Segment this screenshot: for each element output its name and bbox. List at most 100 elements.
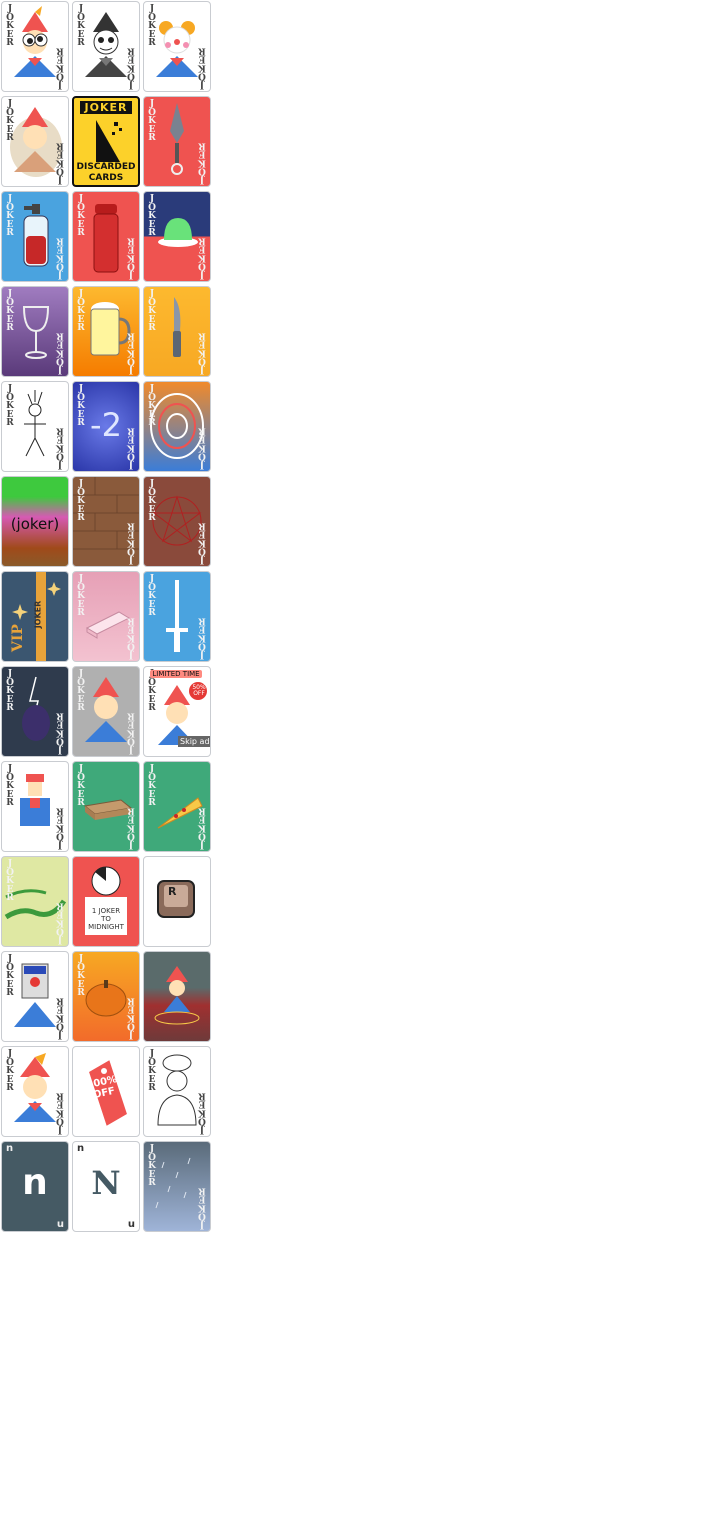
- card-corner-bottom: J O K E R: [56, 1090, 64, 1134]
- card-corner-bottom: J O K E R: [127, 330, 135, 374]
- card-knife[interactable]: J O K E R J O K E R: [143, 286, 211, 377]
- card-corner-bottom: J O K E R: [127, 520, 135, 564]
- n-corner-bottom: u: [56, 1219, 64, 1230]
- card-corner-top: J O K E R: [6, 289, 14, 333]
- card-corner-bottom: J O K E R: [198, 330, 206, 374]
- card-corner-bottom: J O K E R: [56, 330, 64, 374]
- card-corner-top: J O K E R: [77, 574, 85, 618]
- card-corner-top: J O K E R: [148, 1144, 156, 1188]
- discarded-line-1: DISCARDED: [76, 162, 136, 172]
- card-brick-wall[interactable]: J O K E R J O K E R: [72, 476, 140, 567]
- card-beer-mug[interactable]: J O K E R J O K E R: [72, 286, 140, 377]
- card-pentagram[interactable]: J O K E R J O K E R: [143, 476, 211, 567]
- card-pumpkin[interactable]: J O K E R J O K E R: [72, 951, 140, 1042]
- card-corner-top: J O K E R: [148, 384, 156, 428]
- minutes-to-midnight-text: 1 JOKER TO MIDNIGHT: [88, 907, 124, 931]
- card-pixel-joker[interactable]: J O K E R J O K E R: [1, 761, 69, 852]
- card-corner-top: J O K E R: [6, 384, 14, 428]
- card-corner-top: J O K E R: [148, 194, 156, 238]
- card-stained-joker[interactable]: J O K E R J O K E R: [1, 96, 69, 187]
- card-corner-bottom: J O K E R: [127, 235, 135, 279]
- card-corner-bottom: J O K E R: [56, 710, 64, 754]
- discarded-title: JOKER: [80, 101, 132, 114]
- minus-two-text: -2: [90, 406, 122, 444]
- card-sword-kanji[interactable]: J O K E R J O K E R: [143, 571, 211, 662]
- card-googly-eyes-joker[interactable]: J O K E R J O K E R: [1, 1, 69, 92]
- card-classic-joker[interactable]: J O K E R J O K E R: [1, 1046, 69, 1137]
- card-corner-bottom: J O K E R: [56, 140, 64, 184]
- card-corner-top: J O K E R: [77, 764, 85, 808]
- card-corner-bottom: J O K E R: [127, 995, 135, 1039]
- card-corner-top: J O K E R: [148, 289, 156, 333]
- card-corner-bottom: J O K E R: [127, 45, 135, 89]
- skip-ad-button[interactable]: Skip ad: [178, 736, 210, 747]
- vip-text: VIP: [9, 624, 26, 652]
- card-corner-bottom: J O K E R: [198, 45, 206, 89]
- card-corner-top: J O K E R: [6, 764, 14, 808]
- vip-band-text: JOKER: [33, 600, 43, 629]
- card-corner-bottom: J O K E R: [56, 805, 64, 849]
- n-big-lowercase: n: [22, 1162, 48, 1203]
- card-discarded-cards[interactable]: JOKER DISCARDED CARDS: [72, 96, 140, 187]
- card-doomsday-clock[interactable]: 1 JOKER TO MIDNIGHT: [72, 856, 140, 947]
- card-price-tag[interactable]: 100% OFF: [72, 1046, 140, 1137]
- card-dark-joker[interactable]: J O K E R J O K E R: [72, 1, 140, 92]
- card-corner-bottom: J O K E R: [56, 45, 64, 89]
- keycap-icon: [157, 880, 195, 918]
- card-light-n[interactable]: n N u: [72, 1141, 140, 1232]
- card-chef-joker[interactable]: J O K E R J O K E R: [143, 1046, 211, 1137]
- card-stick-figure[interactable]: J O K E R J O K E R: [1, 381, 69, 472]
- card-corner-top: J O K E R: [6, 194, 14, 238]
- card-corner-bottom: J O K E R: [56, 995, 64, 1039]
- card-corner-bottom: J O K E R: [198, 425, 206, 469]
- n-corner-top: n: [6, 1143, 14, 1154]
- card-stone-joker[interactable]: J O K E R J O K E R: [72, 666, 140, 757]
- card-corner-bottom: J O K E R: [127, 615, 135, 659]
- card-corner-top: J O K E R: [77, 289, 85, 333]
- card-corner-bottom: J O K E R: [198, 140, 206, 184]
- card-corner-top: J O K E R: [77, 954, 85, 998]
- card-vortex[interactable]: J O K E R J O K E R: [143, 381, 211, 472]
- discarded-line-2: CARDS: [88, 173, 124, 183]
- n-big-uppercase: N: [91, 1164, 121, 1202]
- card-corner-top: J O K E R: [6, 859, 14, 903]
- card-corner-top: J O K E R: [148, 1049, 156, 1093]
- card-snake[interactable]: J O K E R J O K E R: [1, 856, 69, 947]
- card-jelly[interactable]: J O K E R J O K E R: [143, 191, 211, 282]
- card-corner-top: J O K E R: [77, 669, 85, 713]
- card-minus-two[interactable]: J O K E R -2 J O K E R: [72, 381, 140, 472]
- sale-badge: 50% OFF: [192, 684, 206, 697]
- card-wine-glass[interactable]: J O K E R J O K E R: [1, 286, 69, 377]
- card-error-joker[interactable]: J O K E R J O K E R: [1, 951, 69, 1042]
- card-hand-sanitizer[interactable]: J O K E R J O K E R: [1, 191, 69, 282]
- card-eraser[interactable]: J O K E R J O K E R: [72, 571, 140, 662]
- card-corner-top: J O K E R: [6, 954, 14, 998]
- card-kunai[interactable]: J O K E R J O K E R: [143, 96, 211, 187]
- card-ad-joker[interactable]: J O K E R LIMITED TIME 50% OFF Skip ad: [143, 666, 211, 757]
- card-corner-top: J O K E R: [77, 194, 85, 238]
- card-dark-n[interactable]: n n u: [1, 1141, 69, 1232]
- card-thermos[interactable]: J O K E R J O K E R: [72, 191, 140, 282]
- card-corner-top: J O K E R: [6, 1049, 14, 1093]
- card-corner-top: J O K E R: [148, 574, 156, 618]
- card-corner-top: J O K E R: [6, 99, 14, 143]
- card-keycap[interactable]: R: [143, 856, 211, 947]
- card-corner-bottom: J O K E R: [198, 1185, 206, 1229]
- card-pizza-box[interactable]: J O K E R J O K E R: [72, 761, 140, 852]
- card-corner-bottom: J O K E R: [127, 710, 135, 754]
- card-joker-lowercase[interactable]: (joker): [1, 476, 69, 567]
- card-rain[interactable]: J O K E R J O K E R: [143, 1141, 211, 1232]
- card-clown-joker[interactable]: J O K E R J O K E R: [143, 1, 211, 92]
- card-corner-top: J O K E R: [6, 4, 14, 48]
- card-pizza-slice[interactable]: J O K E R J O K E R: [143, 761, 211, 852]
- card-vip-pass[interactable]: VIP JOKER: [1, 571, 69, 662]
- ritual-jester-icon: [154, 966, 200, 1025]
- joker-lowercase-text: (joker): [10, 515, 60, 533]
- card-corner-top: J O K E R: [6, 669, 14, 713]
- card-corner-bottom: J O K E R: [56, 425, 64, 469]
- card-corner-bottom: J O K E R: [198, 520, 206, 564]
- card-corner-top: J O K E R: [148, 479, 156, 523]
- card-ritual-joker[interactable]: [143, 951, 211, 1042]
- clock-icon: [85, 866, 127, 935]
- card-storm-figure[interactable]: J O K E R J O K E R: [1, 666, 69, 757]
